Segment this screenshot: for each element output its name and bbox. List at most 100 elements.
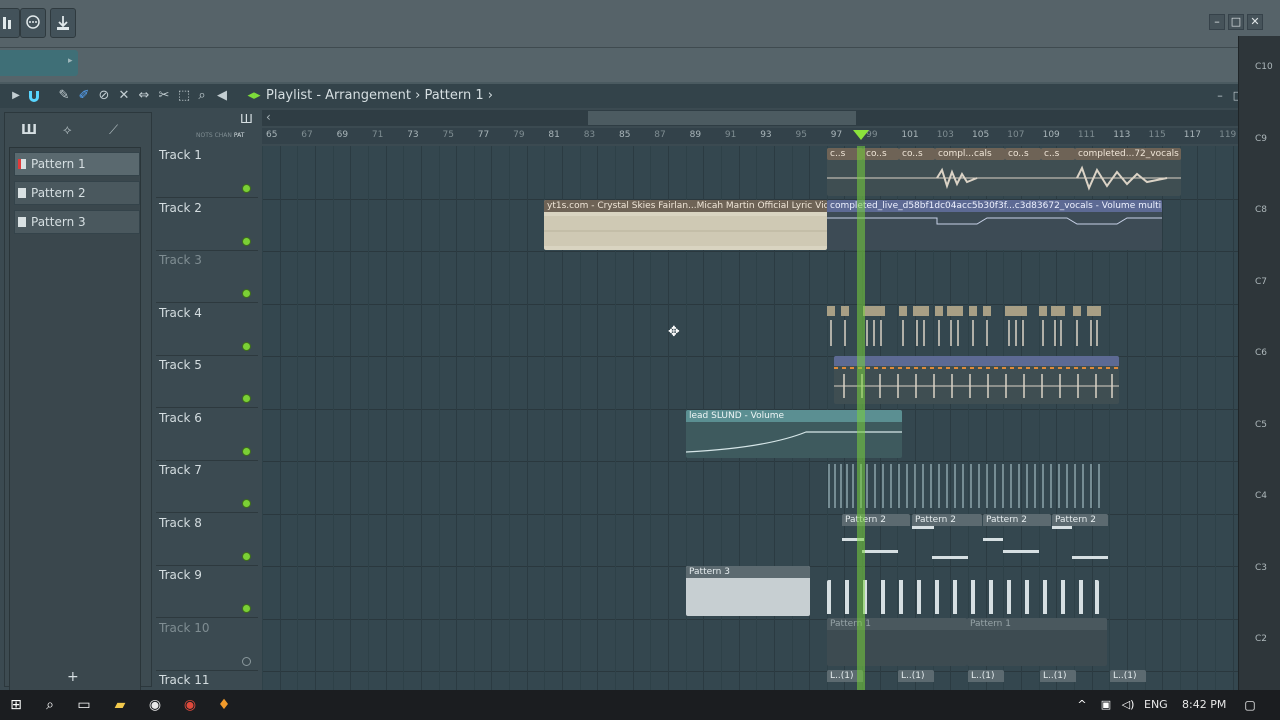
paint-tool-icon[interactable]: ✐ bbox=[76, 88, 92, 104]
slip-tool-icon[interactable]: ⇔ bbox=[136, 88, 152, 104]
track-mute-led[interactable] bbox=[242, 289, 251, 298]
volume-icon[interactable]: ◁) bbox=[1118, 695, 1138, 715]
audio-clip[interactable]: yt1s.com - Crystal Skies Fairlan...Micah… bbox=[544, 200, 827, 250]
arrangement-arrows-icon[interactable]: ◂▸ bbox=[246, 88, 262, 104]
track-mute-led[interactable] bbox=[242, 394, 251, 403]
time-ruler[interactable]: 65 67 69 71 73 75 77 79 81 83 85 87 89 91 93 95 97 99 101 1… bbox=[262, 128, 1240, 144]
track-mute-led[interactable] bbox=[242, 446, 251, 456]
track-name[interactable]: Track 7 bbox=[159, 463, 202, 477]
automation-clip[interactable]: lead SLUND - Volume bbox=[686, 410, 902, 458]
track-header[interactable]: Track 5 bbox=[156, 356, 258, 408]
ruler-nots-label[interactable]: NOTS bbox=[196, 132, 213, 139]
playlist-minimize-button[interactable]: – bbox=[1212, 88, 1228, 104]
select-tool-icon[interactable]: ⬚ bbox=[176, 88, 192, 104]
pattern-blocks[interactable] bbox=[827, 580, 1099, 616]
network-icon[interactable]: ▣ bbox=[1096, 695, 1116, 715]
track-header[interactable]: Track 4 bbox=[156, 304, 258, 356]
magnet-icon[interactable] bbox=[26, 88, 42, 104]
track-mute-led[interactable] bbox=[242, 499, 251, 508]
audio-clip[interactable]: co..s bbox=[863, 148, 899, 160]
ruler-chan-label[interactable]: CHAN bbox=[215, 132, 232, 139]
track-name[interactable]: Track 2 bbox=[159, 201, 202, 215]
track-header[interactable]: Track 3 bbox=[156, 251, 258, 303]
track-mute-led[interactable] bbox=[242, 656, 251, 666]
piano-keyboard-icon[interactable]: Ш bbox=[240, 112, 253, 126]
task-view-icon[interactable]: ▭ bbox=[74, 695, 94, 715]
playhead-marker-icon[interactable] bbox=[853, 130, 869, 140]
track-name[interactable]: Track 9 bbox=[159, 568, 202, 582]
track-name[interactable]: Track 8 bbox=[159, 516, 202, 530]
app-close-button[interactable]: ✕ bbox=[1247, 14, 1263, 30]
pattern-clip[interactable]: Pattern 2 bbox=[912, 514, 982, 562]
pattern-item[interactable]: Pattern 3 bbox=[14, 210, 140, 234]
pattern-item[interactable]: Pattern 2 bbox=[14, 181, 140, 205]
mixer-icon[interactable] bbox=[0, 8, 20, 38]
audio-clip[interactable]: compl...cals bbox=[935, 148, 1005, 160]
automation-clip[interactable]: completed_live_d58bf1dc04acc5b30f3f...c3… bbox=[827, 200, 1162, 250]
scrollbar-thumb[interactable] bbox=[588, 111, 856, 125]
audio-clip[interactable]: completed...72_vocals bbox=[1075, 148, 1181, 160]
track-header[interactable]: Track 2 bbox=[156, 199, 258, 251]
track-header[interactable]: Track 10 bbox=[156, 619, 258, 671]
pattern-clip[interactable]: Pattern 1 bbox=[967, 618, 1107, 666]
track-name[interactable]: Track 4 bbox=[159, 306, 202, 320]
pattern-clip[interactable] bbox=[827, 514, 841, 562]
search-icon[interactable]: ⌕ bbox=[40, 695, 60, 715]
track-name[interactable]: Track 3 bbox=[159, 253, 202, 267]
track-mute-led[interactable] bbox=[242, 184, 251, 193]
zoom-tool-icon[interactable]: ⌕ bbox=[194, 88, 210, 104]
pattern-clip[interactable]: L..(1) bbox=[1040, 670, 1076, 688]
draw-tool-icon[interactable]: ✎ bbox=[56, 88, 72, 104]
hint-arrow-icon[interactable]: ▸ bbox=[68, 56, 73, 66]
pattern-item[interactable]: Pattern 1 bbox=[14, 152, 140, 176]
scroll-left-icon[interactable]: ‹ bbox=[266, 110, 271, 124]
options-arrow-icon[interactable]: ▶ bbox=[8, 88, 24, 104]
track-header[interactable]: Track 1 bbox=[156, 146, 258, 198]
drum-clips[interactable] bbox=[827, 304, 1107, 352]
track-mute-led[interactable] bbox=[242, 604, 251, 613]
chat-icon[interactable] bbox=[20, 8, 46, 38]
track-mute-led[interactable] bbox=[242, 341, 251, 351]
track-header[interactable]: Track 9 bbox=[156, 566, 258, 618]
pattern-clip[interactable]: Pattern 3 bbox=[686, 566, 810, 616]
download-icon[interactable] bbox=[50, 8, 76, 38]
track-name[interactable]: Track 10 bbox=[159, 621, 209, 635]
current-pattern[interactable]: Pattern 1 bbox=[424, 88, 483, 103]
pattern-clip[interactable]: Pattern 2 bbox=[983, 514, 1051, 562]
mute-tool-icon[interactable]: ✕ bbox=[116, 88, 132, 104]
track-name[interactable]: Track 6 bbox=[159, 411, 202, 425]
chrome-icon[interactable]: ◉ bbox=[145, 695, 165, 715]
tray-chevron-icon[interactable]: ^ bbox=[1072, 695, 1092, 715]
piano-roll-icon[interactable]: Ш bbox=[21, 123, 37, 138]
windows-start-icon[interactable]: ⊞ bbox=[6, 695, 26, 715]
notification-icon[interactable]: ▢ bbox=[1240, 695, 1260, 715]
pattern-clip[interactable]: Pattern 1 bbox=[827, 618, 967, 666]
audio-clip[interactable]: co..s bbox=[899, 148, 935, 160]
pattern-clip[interactable]: Pattern 2 bbox=[1052, 514, 1108, 562]
chrome-profile-icon[interactable]: ◉ bbox=[180, 695, 200, 715]
audio-clip[interactable]: co..s bbox=[1005, 148, 1041, 160]
track-header[interactable]: Track 6 bbox=[156, 409, 258, 461]
playhead[interactable] bbox=[857, 146, 865, 690]
playback-tool-icon[interactable]: ◀ bbox=[214, 88, 230, 104]
ruler-pat-label[interactable]: PAT bbox=[234, 132, 245, 139]
track-name[interactable]: Track 1 bbox=[159, 148, 202, 162]
delete-tool-icon[interactable]: ⊘ bbox=[96, 88, 112, 104]
track-mute-led[interactable] bbox=[242, 236, 251, 246]
automation-icon[interactable]: ⟋ bbox=[109, 123, 118, 138]
track-header[interactable]: Track 8 bbox=[156, 514, 258, 566]
app-minimize-button[interactable]: – bbox=[1209, 14, 1225, 30]
horizontal-scrollbar[interactable]: ‹ bbox=[262, 110, 1240, 126]
pattern-clip[interactable]: L..(1) bbox=[898, 670, 934, 688]
audio-clip[interactable]: c..s bbox=[1041, 148, 1075, 160]
arrangement-grid[interactable]: c..s co..s co..s compl...cals co..s c..s… bbox=[262, 146, 1240, 690]
slice-tool-icon[interactable]: ✂ bbox=[156, 88, 172, 104]
pattern-clip[interactable]: Pattern 2 bbox=[842, 514, 910, 562]
file-explorer-icon[interactable]: ▰ bbox=[110, 695, 130, 715]
track-name[interactable]: Track 5 bbox=[159, 358, 202, 372]
track-header[interactable]: Track 7 bbox=[156, 461, 258, 513]
language-indicator[interactable]: ENG bbox=[1144, 698, 1168, 711]
track-mute-led[interactable] bbox=[242, 551, 251, 561]
fl-studio-icon[interactable]: ♦ bbox=[214, 695, 234, 715]
pattern-clip[interactable]: L..(1) bbox=[1110, 670, 1146, 688]
